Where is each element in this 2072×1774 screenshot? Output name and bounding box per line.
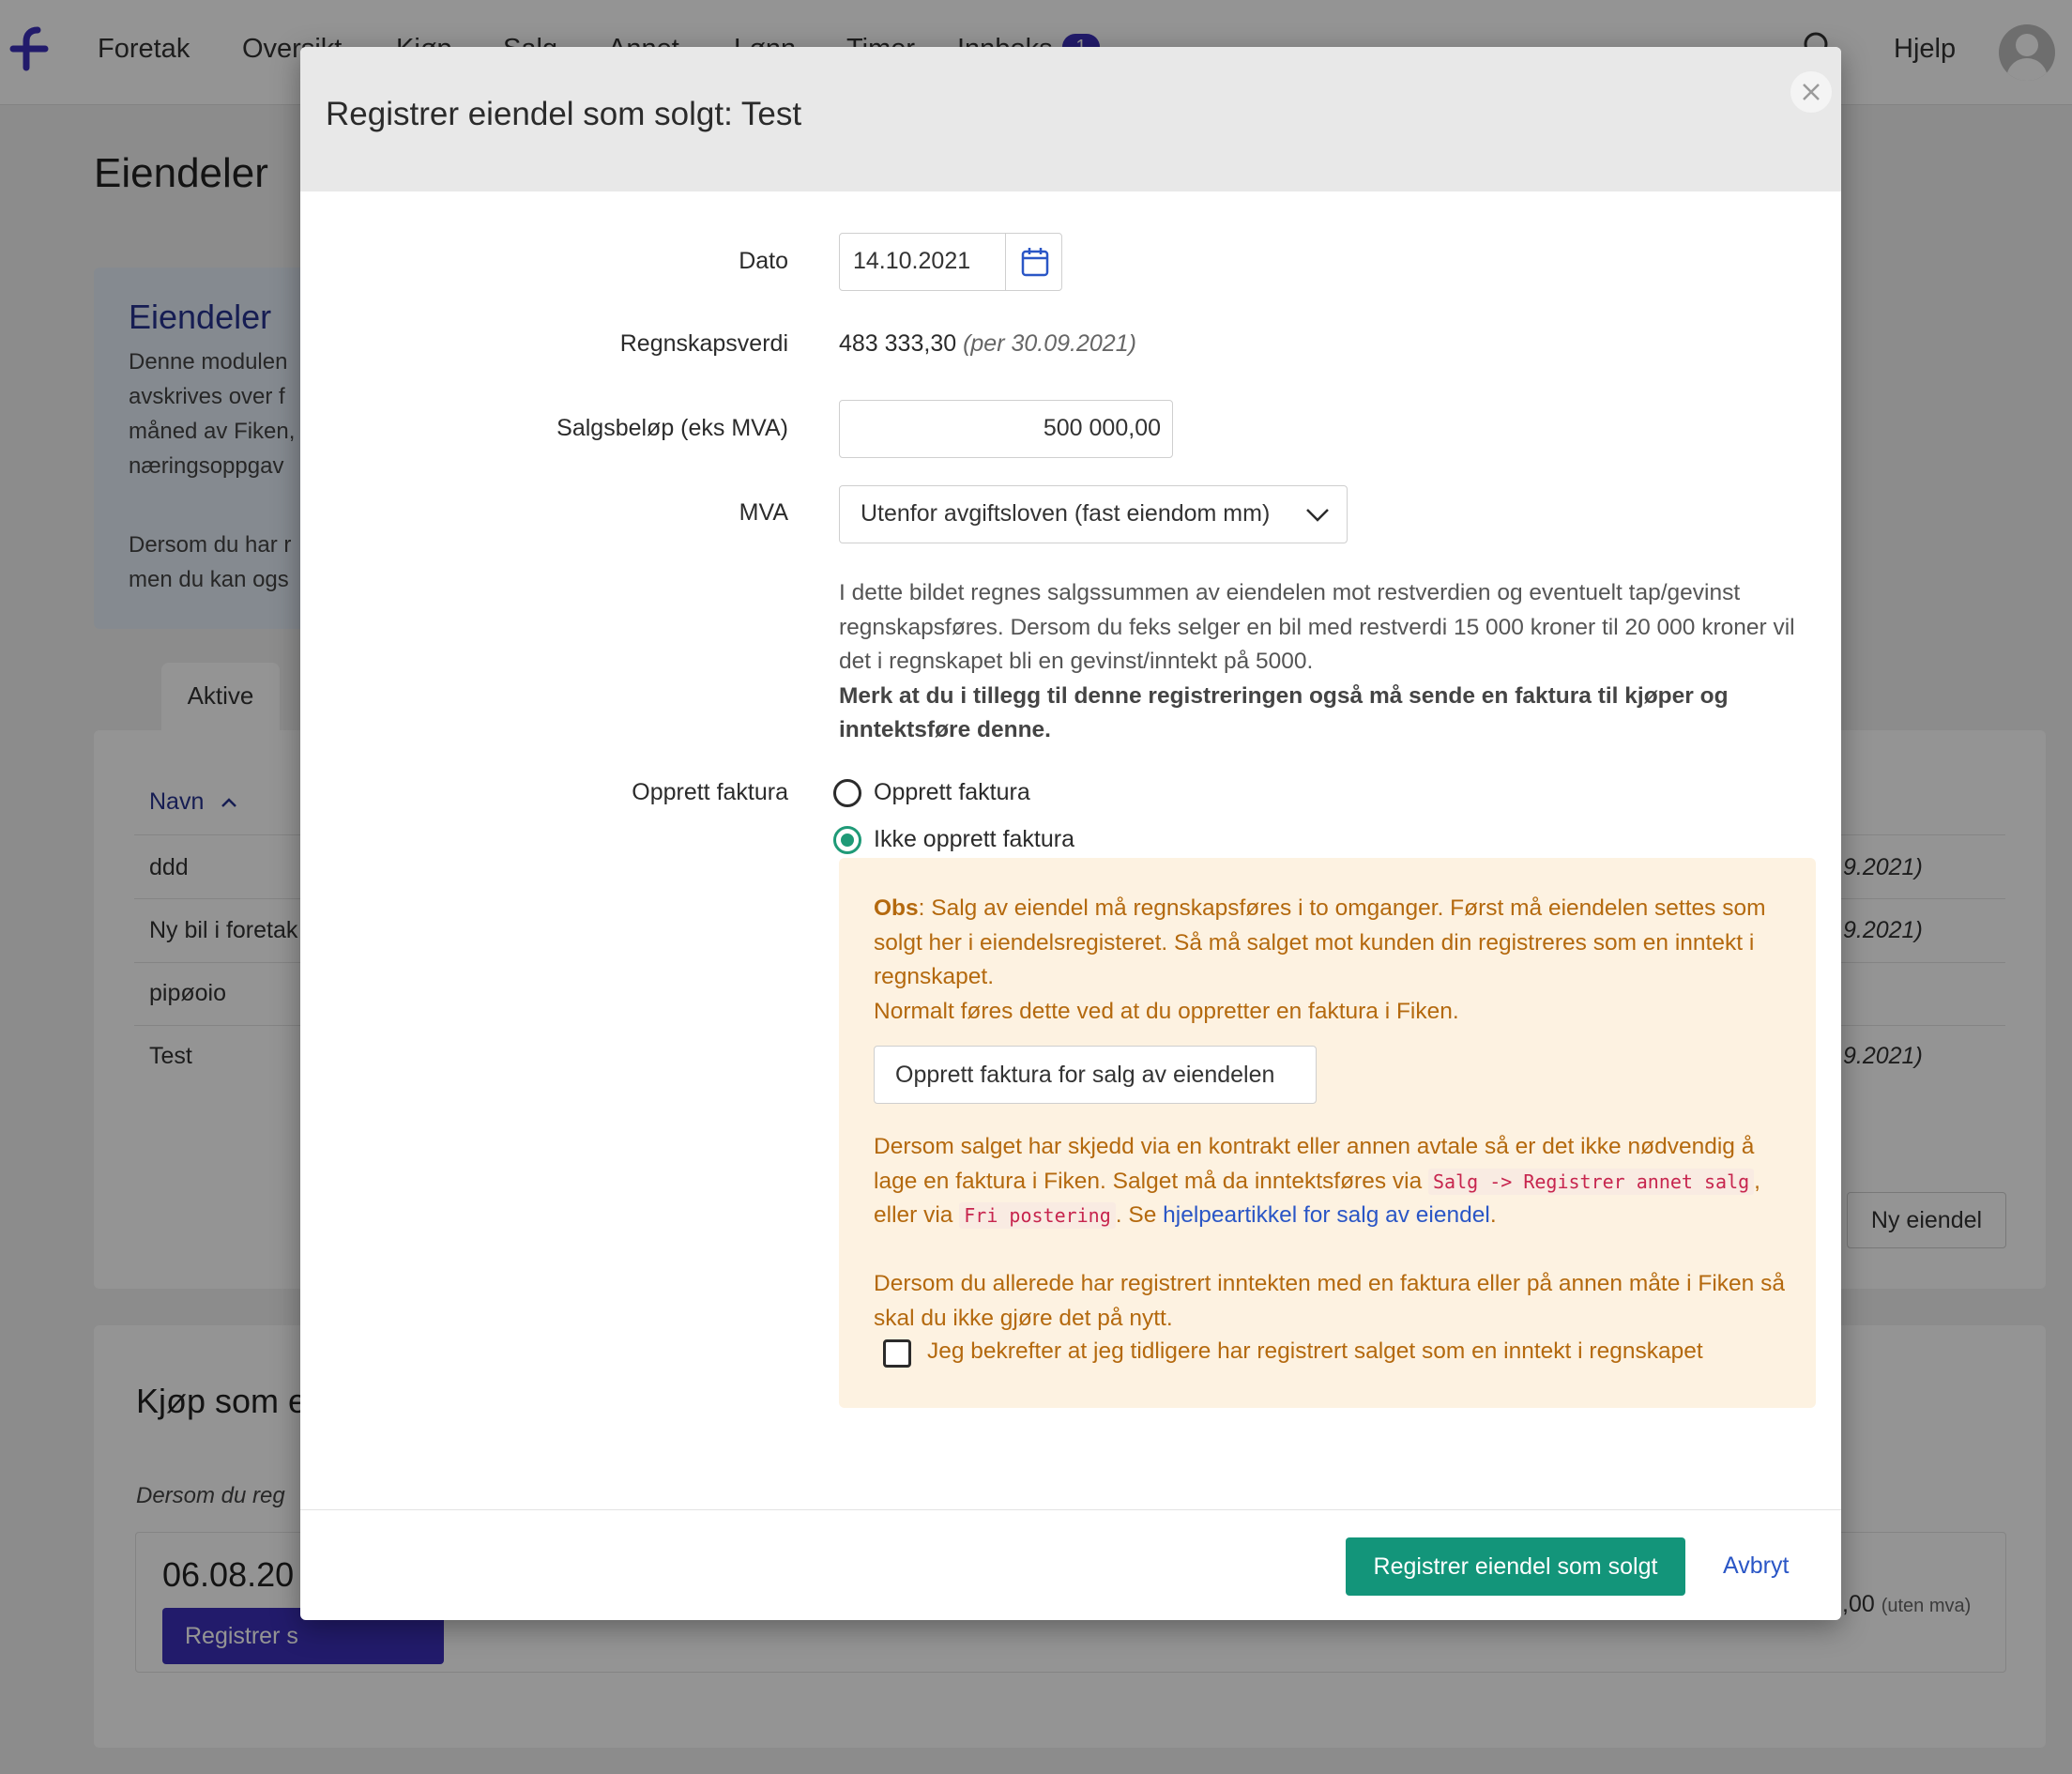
chevron-down-icon	[1306, 509, 1329, 522]
obs-text: : Salg av eiendel må regnskapsføres i to…	[874, 895, 1766, 989]
obs-normal-text: Normalt føres dette ved at du oppretter …	[874, 999, 1459, 1024]
obs-contract-text: . Se	[1115, 1202, 1164, 1228]
book-value-date: (per 30.09.2021)	[963, 330, 1136, 357]
sale-description-note: Merk at du i tillegg til denne registrer…	[839, 682, 1729, 743]
create-invoice-button[interactable]: Opprett faktura for salg av eiendelen	[874, 1046, 1317, 1104]
book-value-label: Regnskapsverdi	[619, 330, 788, 357]
date-label: Dato	[739, 248, 788, 274]
modal-header: Registrer eiendel som solgt: Test	[300, 47, 1841, 191]
warning-box: Obs: Salg av eiendel må regnskapsføres i…	[839, 858, 1816, 1408]
calendar-icon	[1021, 248, 1049, 277]
radio-create-invoice-label[interactable]: Opprett faktura	[874, 779, 1030, 806]
obs-contract-paragraph: Dersom salget har skjedd via en kontrakt…	[874, 1130, 1803, 1233]
help-article-link[interactable]: hjelpeartikkel for salg av eiendel	[1163, 1202, 1490, 1228]
sale-description: I dette bildet regnes salgssummen av eie…	[839, 576, 1805, 748]
obs-contract-text: .	[1489, 1202, 1497, 1228]
close-icon	[1803, 84, 1820, 100]
mva-label: MVA	[739, 499, 788, 526]
sale-description-text: I dette bildet regnes salgssummen av eie…	[839, 580, 1795, 674]
mva-select[interactable]: Utenfor avgiftsloven (fast eiendom mm)	[839, 485, 1348, 543]
close-button[interactable]	[1790, 71, 1832, 113]
sale-amount-value[interactable]: 500 000,00	[1044, 415, 1161, 442]
mva-selected-value: Utenfor avgiftsloven (fast eiendom mm)	[861, 500, 1271, 527]
radio-create-invoice[interactable]	[833, 779, 861, 807]
code-fri-postering: Fri postering	[959, 1202, 1116, 1229]
date-field[interactable]: 14.10.2021	[839, 233, 1062, 291]
radio-no-invoice-label[interactable]: Ikke opprett faktura	[874, 826, 1074, 853]
book-value-amount: 483 333,30	[839, 330, 957, 357]
obs-prefix: Obs	[874, 895, 919, 921]
radio-no-invoice[interactable]	[833, 826, 861, 854]
obs-already-registered-text: Dersom du allerede har registrert inntek…	[874, 1271, 1785, 1331]
cancel-link[interactable]: Avbryt	[1723, 1552, 1789, 1580]
invoice-label: Opprett faktura	[632, 779, 788, 805]
code-salg-registrer: Salg -> Registrer annet salg	[1428, 1168, 1755, 1195]
register-sold-modal: Registrer eiendel som solgt: Test Dato 1…	[300, 47, 1841, 1620]
date-picker-button[interactable]	[1005, 234, 1062, 290]
confirm-checkbox[interactable]	[883, 1339, 911, 1368]
obs-paragraph: Obs: Salg av eiendel må regnskapsføres i…	[874, 892, 1803, 995]
modal-footer-divider	[300, 1509, 1841, 1510]
date-input-value[interactable]: 14.10.2021	[853, 248, 970, 275]
book-value: 483 333,30 (per 30.09.2021)	[839, 330, 1136, 358]
register-sold-button[interactable]: Registrer eiendel som solgt	[1346, 1537, 1685, 1596]
modal-title: Registrer eiendel som solgt: Test	[326, 96, 802, 132]
sale-amount-label: Salgsbeløp (eks MVA)	[556, 415, 788, 441]
sale-amount-input[interactable]: 500 000,00	[839, 400, 1173, 458]
confirm-checkbox-label[interactable]: Jeg bekrefter at jeg tidligere har regis…	[927, 1338, 1703, 1365]
